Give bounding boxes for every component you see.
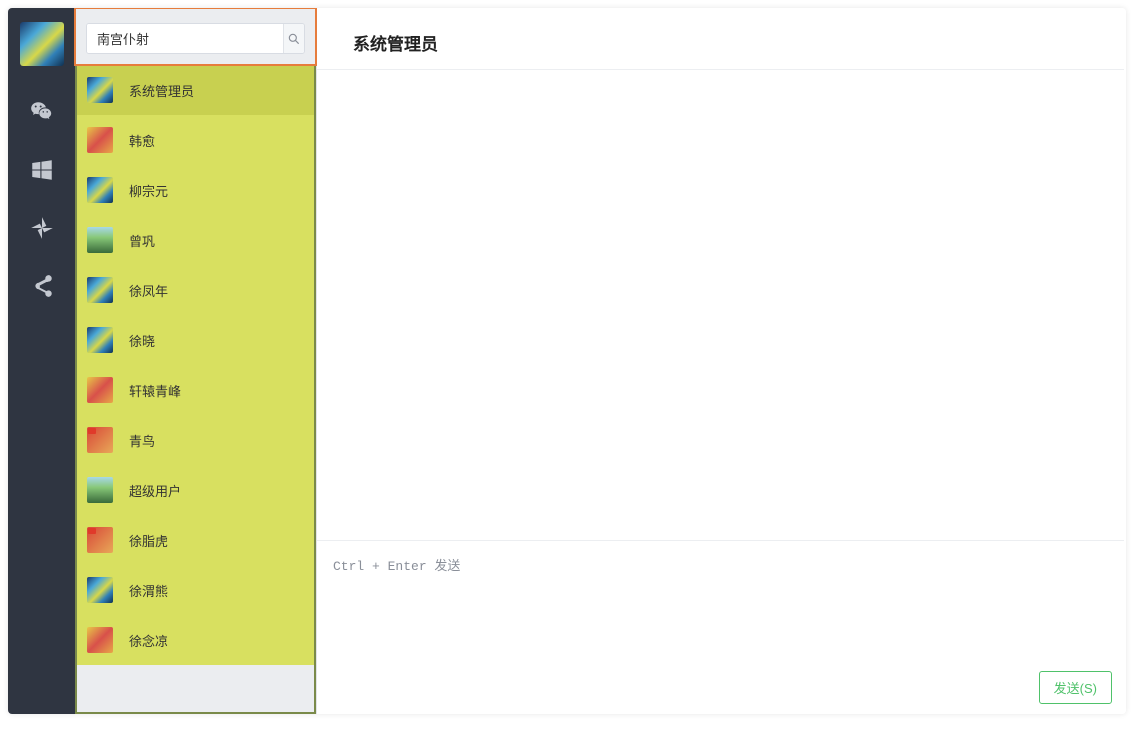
chat-input-area: 发送(S) — [317, 540, 1124, 714]
contact-avatar — [87, 527, 113, 553]
search-button[interactable] — [283, 24, 304, 53]
nav-sidebar — [8, 8, 75, 714]
pinwheel-icon[interactable] — [22, 208, 62, 248]
contact-item[interactable]: 曾巩 — [77, 215, 314, 265]
contact-avatar — [87, 177, 113, 203]
contact-avatar — [87, 277, 113, 303]
contact-name: 徐脂虎 — [129, 531, 168, 550]
contact-item[interactable]: 超级用户 — [77, 465, 314, 515]
contact-name: 青鸟 — [129, 431, 155, 450]
contact-item[interactable]: 系统管理员 — [77, 65, 314, 115]
contact-name: 系统管理员 — [129, 81, 194, 100]
windows-icon[interactable] — [22, 150, 62, 190]
contact-item[interactable]: 徐念凉 — [77, 615, 314, 665]
chat-area: 系统管理员 发送(S) — [317, 8, 1126, 714]
contact-item[interactable]: 轩辕青峰 — [77, 365, 314, 415]
search-area — [74, 8, 317, 66]
contact-item[interactable]: 徐脂虎 — [77, 515, 314, 565]
chat-messages — [317, 70, 1126, 540]
contact-avatar — [87, 377, 113, 403]
contact-avatar — [87, 577, 113, 603]
contact-avatar — [87, 77, 113, 103]
contact-name: 超级用户 — [129, 481, 181, 500]
contacts-list-wrap: 系统管理员韩愈柳宗元曾巩徐凤年徐晓轩辕青峰青鸟超级用户徐脂虎徐渭熊徐念凉 — [75, 65, 316, 714]
chat-title: 系统管理员 — [353, 30, 1088, 55]
contacts-list: 系统管理员韩愈柳宗元曾巩徐凤年徐晓轩辕青峰青鸟超级用户徐脂虎徐渭熊徐念凉 — [75, 65, 316, 714]
contact-avatar — [87, 627, 113, 653]
contacts-column: 系统管理员韩愈柳宗元曾巩徐凤年徐晓轩辕青峰青鸟超级用户徐脂虎徐渭熊徐念凉 — [75, 8, 317, 714]
search-icon — [287, 32, 301, 46]
search-input[interactable] — [87, 24, 283, 53]
chat-header: 系统管理员 — [317, 8, 1124, 70]
contact-item[interactable]: 徐晓 — [77, 315, 314, 365]
contact-item[interactable]: 徐渭熊 — [77, 565, 314, 615]
user-avatar[interactable] — [20, 22, 64, 66]
contact-name: 徐晓 — [129, 331, 155, 350]
app-container: 系统管理员韩愈柳宗元曾巩徐凤年徐晓轩辕青峰青鸟超级用户徐脂虎徐渭熊徐念凉 系统管… — [8, 8, 1126, 714]
chat-textarea[interactable] — [317, 541, 1124, 671]
share-icon[interactable] — [22, 266, 62, 306]
contact-name: 柳宗元 — [129, 181, 168, 200]
contact-item[interactable]: 徐凤年 — [77, 265, 314, 315]
search-wrap — [86, 23, 305, 54]
contact-name: 曾巩 — [129, 231, 155, 250]
contact-name: 轩辕青峰 — [129, 381, 181, 400]
contact-item[interactable]: 柳宗元 — [77, 165, 314, 215]
contact-name: 韩愈 — [129, 131, 155, 150]
contact-item[interactable]: 青鸟 — [77, 415, 314, 465]
contact-avatar — [87, 127, 113, 153]
contact-name: 徐凤年 — [129, 281, 168, 300]
contact-avatar — [87, 477, 113, 503]
contact-avatar — [87, 427, 113, 453]
contact-item[interactable]: 韩愈 — [77, 115, 314, 165]
send-button[interactable]: 发送(S) — [1039, 671, 1112, 704]
wechat-icon[interactable] — [22, 92, 62, 132]
contact-avatar — [87, 327, 113, 353]
contact-name: 徐念凉 — [129, 631, 168, 650]
contact-name: 徐渭熊 — [129, 581, 168, 600]
contact-avatar — [87, 227, 113, 253]
